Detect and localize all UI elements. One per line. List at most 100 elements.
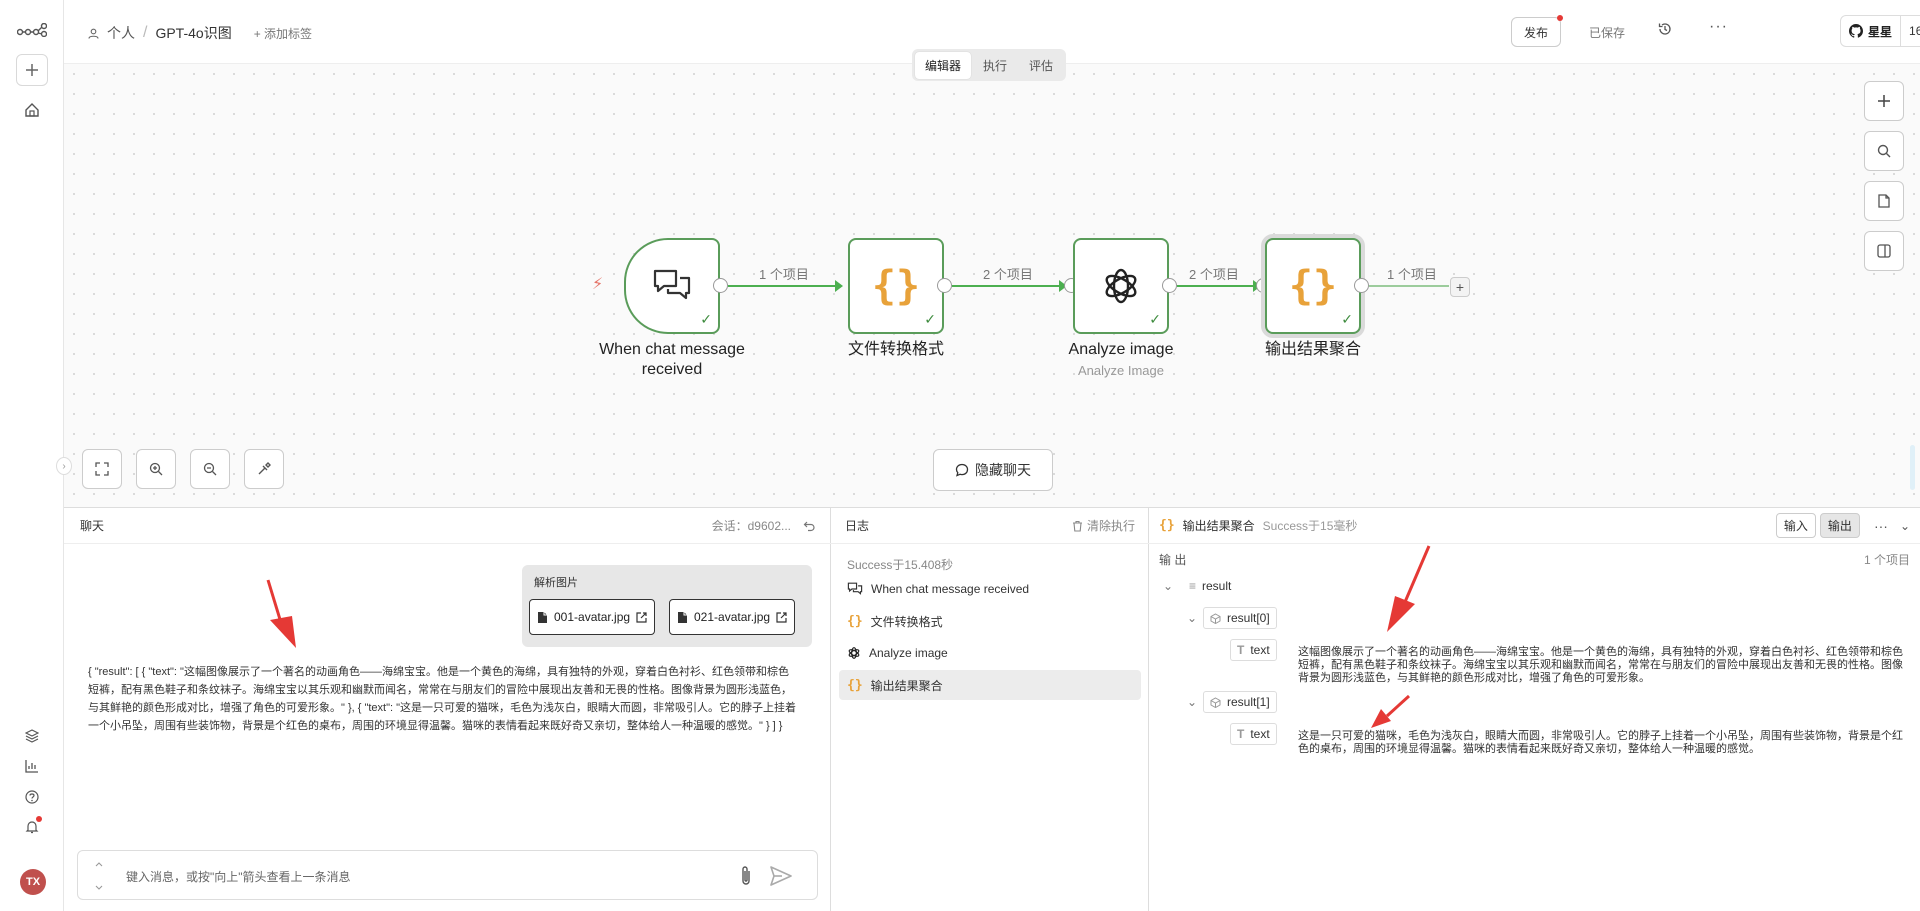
home-icon[interactable]	[16, 94, 48, 126]
log-item[interactable]: Analyze image	[839, 638, 1141, 668]
logs-header: 日志 清除执行	[831, 508, 1149, 544]
logs-title: 日志	[845, 519, 870, 533]
external-link-icon[interactable]	[636, 611, 647, 623]
chat-header: 聊天 会话：d9602...	[64, 508, 831, 544]
connection[interactable]	[1177, 285, 1253, 287]
message-text: 解析图片	[534, 577, 578, 589]
edge-item-count: 2 个项目	[1187, 264, 1241, 283]
output-port[interactable]	[937, 278, 952, 293]
bot-response: { "result": [ { "text": "这幅图像展示了一个著名的动画角…	[88, 666, 797, 732]
code-braces-icon: {}	[871, 263, 921, 309]
hide-chat-button[interactable]: 隐藏聊天	[933, 449, 1053, 491]
tree-node[interactable]: ⌄ result[1]	[1187, 691, 1277, 713]
history-arrows-icon[interactable]	[95, 861, 103, 891]
output-port[interactable]	[713, 278, 728, 293]
output-port[interactable]	[1354, 278, 1369, 293]
breadcrumb-owner[interactable]: 个人	[107, 23, 135, 43]
sidebar-expand-icon[interactable]: ›	[56, 457, 72, 475]
connection[interactable]	[1369, 285, 1449, 287]
tree-field: T text	[1230, 723, 1277, 745]
github-star-left: 星星	[1841, 16, 1902, 46]
github-star-label: 星星	[1868, 24, 1893, 39]
log-item[interactable]: When chat message received	[839, 574, 1141, 604]
add-tag-link[interactable]: + 添加标签	[254, 25, 312, 42]
tab-editor[interactable]: 编辑器	[915, 51, 972, 79]
attachment-name: 021-avatar.jpg	[694, 610, 771, 624]
send-icon[interactable]	[770, 866, 792, 886]
tidy-up-icon[interactable]	[244, 449, 284, 489]
mode-switch: 编辑器 执行 评估	[912, 49, 1067, 81]
log-item-selected[interactable]: {} 输出结果聚合	[839, 670, 1141, 700]
more-options-icon[interactable]: ···	[1709, 18, 1728, 36]
user-avatar[interactable]: TX	[20, 869, 46, 895]
attachment-file[interactable]: 021-avatar.jpg	[669, 599, 796, 635]
edge-item-count: 1 个项目	[757, 264, 811, 283]
trash-icon	[1072, 520, 1082, 532]
paperclip-icon[interactable]	[739, 865, 753, 887]
connection[interactable]	[952, 285, 1063, 287]
chevron-down-icon[interactable]: ⌄	[1163, 579, 1179, 593]
connection[interactable]	[728, 285, 839, 287]
chat-input[interactable]: 键入消息，或按"向上"箭头查看上一条消息	[77, 850, 818, 900]
add-node-button[interactable]	[1864, 81, 1904, 121]
log-item-label: When chat message received	[871, 582, 1030, 596]
node-file-convert[interactable]: {} ✓	[848, 238, 944, 334]
logs-status: Success于15.408秒	[847, 558, 954, 572]
scrollbar[interactable]	[1910, 445, 1915, 490]
publish-button[interactable]: 发布	[1511, 15, 1563, 47]
output-item-count: 1 个项目	[1863, 553, 1910, 567]
n8n-logo-icon[interactable]	[16, 14, 48, 46]
output-toggle-button[interactable]: 输出	[1819, 513, 1860, 538]
insights-icon[interactable]	[16, 750, 48, 782]
output-section-title: 输 出	[1159, 553, 1187, 567]
chat-input-placeholder: 键入消息，或按"向上"箭头查看上一条消息	[126, 870, 351, 884]
publish-dot	[1557, 15, 1563, 21]
reset-session-icon[interactable]	[803, 520, 815, 532]
breadcrumb-separator: /	[143, 24, 148, 41]
more-options-icon[interactable]: ···	[1874, 518, 1888, 534]
node-aggregate-output[interactable]: {} ✓	[1265, 238, 1361, 334]
chat-title: 聊天	[80, 519, 105, 533]
node-label: When chat message received	[582, 340, 762, 380]
tree-node-root[interactable]: ⌄ ≡ result	[1163, 575, 1238, 597]
help-icon[interactable]	[16, 781, 48, 813]
file-icon	[538, 611, 547, 623]
chevron-down-icon[interactable]: ⌄	[1187, 611, 1203, 625]
node-chat-trigger[interactable]: ✓	[624, 238, 720, 334]
sticky-note-icon[interactable]	[1864, 181, 1904, 221]
chevron-down-icon[interactable]: ⌄	[1900, 519, 1910, 533]
log-item[interactable]: {} 文件转换格式	[839, 606, 1141, 636]
add-icon[interactable]	[16, 54, 48, 86]
chevron-down-icon[interactable]: ⌄	[1187, 695, 1203, 709]
add-next-node-button[interactable]: +	[1450, 277, 1470, 297]
history-icon[interactable]	[1658, 22, 1672, 39]
external-link-icon[interactable]	[776, 611, 787, 623]
zoom-in-icon[interactable]	[136, 449, 176, 489]
node-analyze-image[interactable]: ✓	[1073, 238, 1169, 334]
tree-field-key: T text	[1230, 723, 1277, 745]
github-star-button[interactable]: 星星 163,591	[1840, 15, 1920, 47]
output-port[interactable]	[1162, 278, 1177, 293]
node-subtitle: Analyze Image	[1078, 363, 1164, 378]
clear-execution-button[interactable]: 清除执行	[1072, 517, 1135, 534]
zoom-out-icon[interactable]	[190, 449, 230, 489]
tab-executions[interactable]: 执行	[973, 52, 1017, 79]
tree-root-label: result	[1202, 579, 1232, 593]
bell-icon[interactable]	[16, 811, 48, 843]
user-icon	[88, 28, 99, 39]
search-icon[interactable]	[1864, 131, 1904, 171]
input-toggle-button[interactable]: 输入	[1775, 513, 1816, 538]
tree-node[interactable]: ⌄ result[0]	[1187, 607, 1277, 629]
node-label: 输出结果聚合	[1264, 341, 1361, 358]
node-label-line1: When chat message	[599, 341, 745, 358]
attachment-file[interactable]: 001-avatar.jpg	[529, 599, 656, 635]
fit-view-icon[interactable]	[82, 449, 122, 489]
node-label: 文件转换格式	[847, 341, 944, 358]
tree-value: 这幅图像展示了一个著名的动画角色——海绵宝宝。他是一个黄色的海绵，具有独特的外观…	[1298, 646, 1903, 684]
templates-icon[interactable]	[16, 720, 48, 752]
tab-evaluations[interactable]: 评估	[1019, 52, 1063, 79]
tree-key: result[1]	[1203, 691, 1277, 713]
panel-toggle-icon[interactable]	[1864, 231, 1904, 271]
notification-dot	[36, 816, 42, 822]
workflow-title[interactable]: GPT-4o识图	[155, 23, 231, 43]
